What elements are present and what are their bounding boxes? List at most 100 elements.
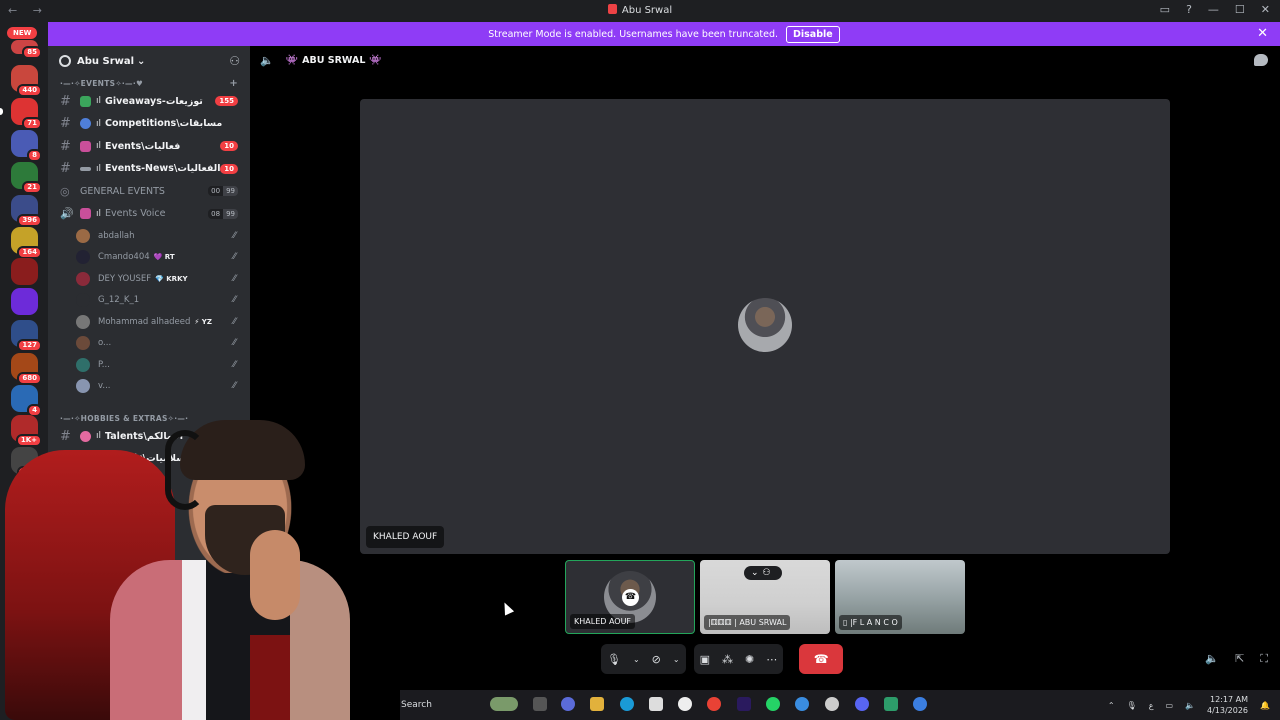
disable-streamer-mode-button[interactable]: Disable	[786, 25, 840, 43]
tile-controls[interactable]: ⌄⚇	[744, 566, 782, 580]
server-icon[interactable]: 4	[11, 385, 42, 417]
category-events[interactable]: ·—·✧EVENTS✧·—·♥ +	[48, 76, 250, 90]
close-banner-icon[interactable]: ✕	[1257, 26, 1268, 41]
speaker-icon: 🔈	[260, 54, 274, 67]
guild-name: Abu Srwal	[77, 55, 135, 67]
disconnect-button[interactable]: ☎	[799, 644, 844, 674]
call-title: ABU SRWAL	[302, 55, 366, 66]
microphone-icon[interactable]: 🎙	[1127, 701, 1137, 710]
chrome-icon[interactable]	[707, 697, 721, 711]
channel-general-events[interactable]: ◎ GENERAL EVENTS 00 99	[48, 180, 250, 203]
close-window-button[interactable]: ✕	[1261, 3, 1270, 16]
server-icon[interactable]: 440	[11, 65, 42, 97]
voice-user[interactable]: DEY YOUSEF 💎 KRKY ⁄⁄	[48, 268, 250, 290]
server-icon[interactable]: 85	[11, 40, 42, 59]
voice-user[interactable]: abdallah ⁄⁄	[48, 225, 250, 247]
server-icon[interactable]: 680	[11, 353, 42, 385]
medal-icon	[80, 118, 91, 130]
voice-user[interactable]: Mohammad alhadeed ⚡ YZ ⁄⁄	[48, 311, 250, 333]
avatar	[76, 336, 90, 351]
inbox-icon[interactable]: ▭	[1160, 3, 1170, 16]
soundboard-icon[interactable]: ✺	[745, 653, 754, 666]
channel-events-voice[interactable]: 🔊 ıl Events Voice 08 99	[48, 203, 250, 226]
network-icon[interactable]: ▭	[1165, 701, 1173, 710]
whatsapp-icon[interactable]	[766, 697, 780, 711]
notifications-icon[interactable]: 🔔	[1260, 701, 1270, 710]
tile-label: ▯ |F L A N C O	[839, 615, 902, 630]
system-tray: ⌃ 🎙 ع ▭ 🔈 12:17 AM 4/13/2026 🔔	[1108, 694, 1270, 716]
banner-text: Streamer Mode is enabled. Usernames have…	[488, 28, 779, 40]
add-channel-icon[interactable]: +	[229, 78, 238, 89]
server-icon[interactable]: 21	[11, 162, 42, 194]
minimize-button[interactable]: —	[1208, 3, 1219, 16]
taskbar: Search ⌃ 🎙 ع ▭ 🔈 12:17 AM 4/13/2026 🔔	[400, 690, 1280, 720]
channel-giveaways[interactable]: # ıl Giveaways-توزيعات 155	[48, 90, 250, 113]
emoji-icon: 👾	[285, 55, 299, 66]
fullscreen-icon[interactable]: ⛶	[1260, 652, 1268, 666]
maximize-button[interactable]: ☐	[1235, 3, 1245, 16]
avatar	[76, 250, 90, 265]
volume-icon[interactable]: 🔈	[1205, 652, 1219, 666]
chevron-down-icon[interactable]: ⌄	[633, 655, 640, 664]
user-limit: 08 99	[208, 208, 238, 219]
discord-icon[interactable]	[855, 697, 869, 711]
voice-user[interactable]: Cmando404 💜 RT ⁄⁄	[48, 247, 250, 269]
server-icon[interactable]: 396	[11, 195, 42, 227]
participant-tile[interactable]: ☎ KHALED AOUF	[565, 560, 695, 634]
premiere-icon[interactable]	[737, 697, 751, 711]
deafened-icon: ⁄⁄	[232, 252, 236, 263]
focused-user-avatar	[738, 298, 792, 352]
volume-icon[interactable]: 🔈	[1185, 701, 1195, 710]
server-icon[interactable]	[11, 258, 38, 285]
server-icon[interactable]	[11, 288, 38, 315]
app-icon[interactable]	[913, 697, 927, 711]
store-icon[interactable]	[649, 697, 663, 711]
guild-header[interactable]: Abu Srwal ⌄ ⚇	[48, 46, 250, 76]
server-icon[interactable]: 164	[11, 227, 42, 259]
widget-icon[interactable]	[490, 697, 518, 711]
help-icon[interactable]: ?	[1186, 3, 1192, 16]
title-bar: ← → Abu Srwal ▭ ? — ☐ ✕	[0, 0, 1280, 22]
view-controls: 🔈 ⇱ ⛶	[1205, 652, 1268, 666]
copilot-icon[interactable]	[561, 697, 575, 711]
clock[interactable]: 12:17 AM 4/13/2026	[1207, 694, 1248, 716]
party-icon	[80, 208, 91, 220]
popout-icon[interactable]: ⇱	[1235, 652, 1244, 666]
more-icon[interactable]: ⋯	[766, 653, 777, 666]
channel-events[interactable]: # ıl Events\فعاليات 10	[48, 135, 250, 158]
screen-share-icon[interactable]: ▣	[700, 653, 710, 666]
channel-competitions[interactable]: # ıl Competitions\مسابقات	[48, 113, 250, 136]
camera-off-icon[interactable]: ⊘	[652, 653, 661, 666]
participant-tile[interactable]: ▯ |F L A N C O	[835, 560, 965, 634]
activities-icon[interactable]: ⁂	[722, 653, 733, 666]
voice-user[interactable]: v... ⁄⁄	[48, 376, 250, 398]
deafened-icon: ⁄⁄	[232, 316, 236, 327]
task-view-icon[interactable]	[533, 697, 547, 711]
audio-video-group: 🎙 ⌄ ⊘ ⌄	[601, 644, 686, 674]
app-icon[interactable]	[884, 697, 898, 711]
voice-user[interactable]: P... ⁄⁄	[48, 354, 250, 376]
main-stage[interactable]: KHALED AOUF	[360, 99, 1170, 554]
chevron-up-icon[interactable]: ⌃	[1108, 701, 1115, 710]
app-icon[interactable]	[678, 697, 692, 711]
participant-tile[interactable]: ⌄⚇ |⚅⚅⚅ | ABU SRWAL	[700, 560, 830, 634]
server-icon[interactable]: 127	[11, 320, 42, 352]
phone-icon: ☎	[622, 589, 639, 606]
file-explorer-icon[interactable]	[590, 697, 604, 711]
app-icon[interactable]	[795, 697, 809, 711]
edge-icon[interactable]	[620, 697, 634, 711]
microphone-icon[interactable]: 🎙	[607, 653, 621, 666]
text-channel-icon: #	[60, 93, 71, 109]
chevron-down-icon[interactable]: ⌄	[673, 655, 680, 664]
voice-user[interactable]: o... ⁄⁄	[48, 333, 250, 355]
chat-icon[interactable]	[1254, 54, 1268, 66]
server-icon[interactable]: 8	[11, 130, 42, 162]
language-indicator[interactable]: ع	[1149, 701, 1154, 710]
voice-user[interactable]: G_12_K_1 ⁄⁄	[48, 290, 250, 312]
music-icon[interactable]	[825, 697, 839, 711]
party-icon	[80, 140, 91, 152]
server-icon[interactable]: 71	[0, 98, 42, 130]
avatar	[76, 314, 90, 329]
invite-people-icon[interactable]: ⚇	[229, 54, 240, 68]
channel-events-news[interactable]: # ıl Events-News\أخبار الفعاليات 10	[48, 158, 250, 181]
